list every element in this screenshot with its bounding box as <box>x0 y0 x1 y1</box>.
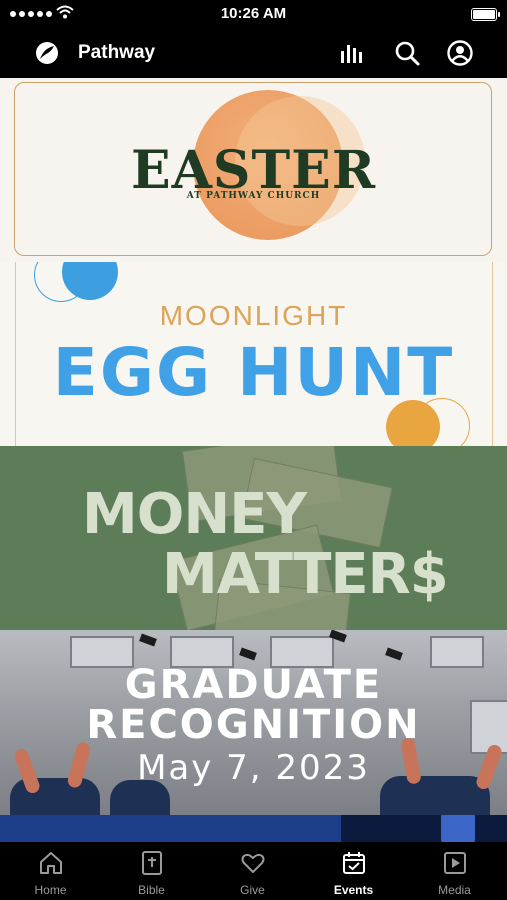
tab-bible-label: Bible <box>138 883 165 897</box>
tab-events[interactable]: Events <box>303 842 404 900</box>
tab-bar: Home Bible Give Events Media <box>0 842 507 900</box>
event-card-egg-hunt[interactable]: MOONLIGHT EGG HUNT <box>0 262 507 446</box>
badge-graphic <box>441 815 475 842</box>
graduate-date: May 7, 2023 <box>137 748 370 788</box>
home-icon <box>40 852 62 874</box>
tab-home[interactable]: Home <box>0 842 101 900</box>
search-icon[interactable] <box>393 39 421 67</box>
app-title: Pathway <box>78 42 156 63</box>
pathway-logo-icon[interactable] <box>34 40 60 66</box>
heart-icon <box>241 853 265 873</box>
app-header: Pathway <box>0 28 507 78</box>
egg-hunt-line2: EGG HUNT <box>52 334 455 411</box>
money-line2: MATTER$ <box>162 542 449 607</box>
money-line1: MONEY <box>82 482 307 547</box>
events-feed[interactable]: EASTER AT PATHWAY CHURCH MOONLIGHT EGG H… <box>0 78 507 842</box>
calendar-check-icon <box>343 852 365 874</box>
event-card-partial[interactable] <box>0 815 507 842</box>
dark-panel-graphic <box>341 815 507 842</box>
tab-media[interactable]: Media <box>404 842 505 900</box>
tab-home-label: Home <box>34 883 67 897</box>
event-card-money-matters[interactable]: MONEY MATTER$ <box>0 446 507 630</box>
event-card-easter[interactable]: EASTER AT PATHWAY CHURCH <box>0 78 507 262</box>
event-card-graduate-recognition[interactable]: GRADUATE RECOGNITION May 7, 2023 <box>0 630 507 815</box>
battery-icon <box>471 8 500 21</box>
egg-hunt-line1: MOONLIGHT <box>159 300 348 331</box>
tab-give[interactable]: Give <box>202 842 303 900</box>
bible-icon <box>142 851 162 875</box>
tab-give-label: Give <box>240 883 265 897</box>
status-bar: 10:26 AM <box>0 0 507 28</box>
chart-bars-icon[interactable] <box>339 39 367 67</box>
profile-icon[interactable] <box>446 39 474 67</box>
easter-subtitle: AT PATHWAY CHURCH <box>186 191 321 201</box>
tab-events-label: Events <box>333 883 374 897</box>
tab-bible[interactable]: Bible <box>101 842 202 900</box>
tab-media-label: Media <box>438 883 471 897</box>
graduate-line2: RECOGNITION <box>86 702 421 748</box>
status-time: 10:26 AM <box>220 5 287 22</box>
play-icon <box>444 852 466 874</box>
